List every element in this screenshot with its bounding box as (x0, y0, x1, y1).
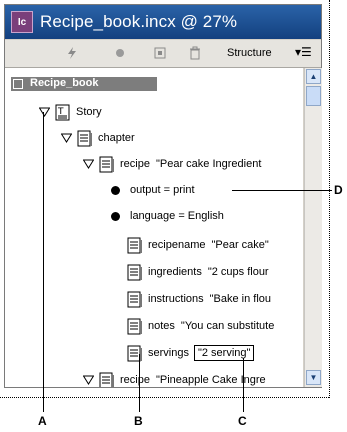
element-tag: servings (148, 347, 189, 359)
callout-label-c: C (238, 414, 247, 428)
root-label: Recipe_book (30, 77, 99, 89)
structure-toolbar: Structure ▾☰ (5, 40, 321, 68)
attribute-bullet-icon (111, 211, 120, 221)
incopy-app-icon: Ic (11, 11, 33, 33)
scroll-down-button[interactable]: ▼ (306, 370, 321, 385)
element-icon (127, 237, 142, 253)
chapter-label: chapter (98, 132, 135, 144)
attribute-label: language = English (130, 210, 224, 222)
element-tag: notes (148, 320, 175, 332)
add-element-icon[interactable] (153, 46, 167, 60)
tree-row-servings[interactable]: servings "2 serving" (127, 344, 255, 362)
tree-row-recipe-1[interactable]: recipe "Pear cake Ingredient (83, 155, 261, 173)
checkbox-icon[interactable] (13, 79, 23, 89)
attribute-row-output[interactable]: output = print (111, 181, 195, 199)
attribute-row-language[interactable]: language = English (111, 207, 224, 225)
element-value: "Bake in flou (209, 293, 272, 305)
attribute-label: output = print (130, 184, 195, 196)
element-tag: instructions (148, 293, 204, 305)
callout-label-b: B (134, 414, 143, 428)
tree-row-notes[interactable]: notes "You can substitute (127, 317, 274, 335)
structure-panel: Ic Recipe_book.incx @ 27% Structure ▾☰ R… (4, 4, 322, 388)
element-value: "2 cups flour (207, 266, 269, 278)
circle-icon[interactable] (113, 46, 127, 60)
element-value: "Pear cake" (211, 239, 269, 251)
callout-line-b (139, 354, 140, 412)
story-icon: T (55, 104, 70, 120)
lightning-icon[interactable] (65, 46, 79, 60)
element-value: "Pineapple Cake Ingre (155, 374, 266, 386)
element-icon (77, 130, 92, 146)
element-icon (127, 264, 142, 280)
tree-row-recipe-2[interactable]: recipe "Pineapple Cake Ingre (83, 371, 266, 387)
structure-tree: Recipe_book T Story chapter recipe "Pear… (5, 68, 303, 387)
expand-triangle-icon[interactable] (83, 159, 94, 169)
element-tag: recipe (120, 374, 150, 386)
tree-row-recipename[interactable]: recipename "Pear cake" (127, 236, 269, 254)
tree-row-story[interactable]: T Story (39, 103, 102, 121)
trash-icon[interactable] (188, 46, 202, 60)
expand-triangle-icon[interactable] (39, 107, 50, 117)
expand-triangle-icon[interactable] (83, 375, 94, 385)
window-title: Recipe_book.incx @ 27% (40, 12, 238, 31)
scroll-thumb[interactable] (306, 86, 321, 106)
element-icon (127, 345, 142, 361)
callout-line-c (243, 358, 244, 412)
title-bar[interactable]: Ic Recipe_book.incx @ 27% (5, 5, 321, 39)
element-icon (99, 156, 114, 172)
callout-line-d (232, 190, 332, 191)
vertical-scrollbar[interactable]: ▲ ▼ (304, 68, 322, 387)
element-icon (127, 291, 142, 307)
callout-label-a: A (38, 414, 47, 428)
attribute-bullet-icon (111, 185, 120, 195)
tree-row-chapter[interactable]: chapter (61, 129, 135, 147)
dotted-border-bottom (0, 397, 329, 398)
callout-line-a (43, 112, 44, 412)
element-icon (99, 372, 114, 387)
expand-triangle-icon[interactable] (61, 133, 72, 143)
element-tag: recipe (120, 158, 150, 170)
callout-label-d: D (334, 183, 343, 197)
tree-row-ingredients[interactable]: ingredients "2 cups flour (127, 263, 269, 281)
tree-root-row[interactable]: Recipe_book (11, 77, 157, 91)
element-tag: recipename (148, 239, 206, 251)
structure-label: Structure (227, 47, 272, 59)
tree-row-instructions[interactable]: instructions "Bake in flou (127, 290, 271, 308)
element-tag: ingredients (148, 266, 202, 278)
element-icon (127, 318, 142, 334)
dotted-border-right (329, 0, 330, 398)
panel-menu-icon[interactable]: ▾☰ (295, 45, 312, 59)
scroll-up-button[interactable]: ▲ (306, 69, 321, 84)
element-value: "You can substitute (180, 320, 275, 332)
story-label: Story (76, 106, 102, 118)
element-value-highlighted: "2 serving" (193, 345, 255, 361)
element-value: "Pear cake Ingredient (155, 158, 262, 170)
